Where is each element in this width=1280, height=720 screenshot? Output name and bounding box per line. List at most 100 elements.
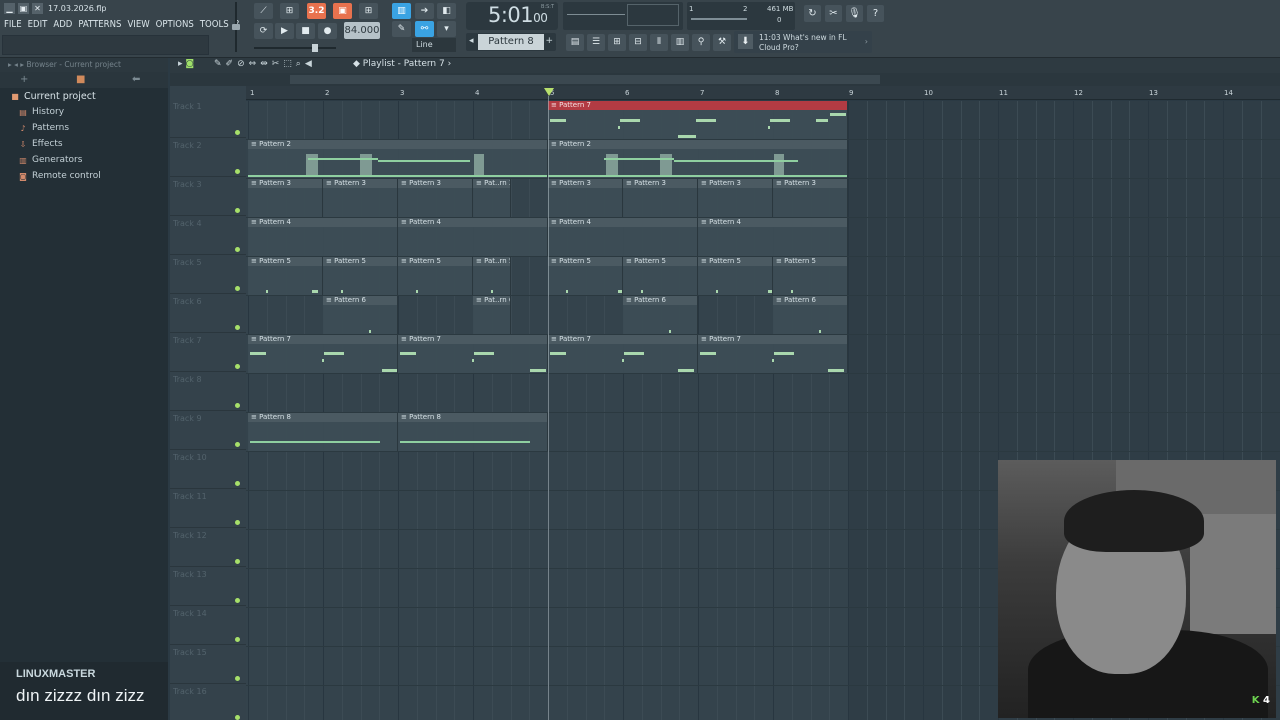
dropdown-icon[interactable]: ▾ [437, 21, 456, 37]
tools-icon[interactable]: ✂ [825, 5, 842, 22]
menu-add[interactable]: ADD [53, 19, 72, 30]
add-icon[interactable]: + [20, 74, 28, 85]
play-icon[interactable]: ▶ [275, 23, 294, 39]
pattern-clip[interactable]: Pat..rn 6 [473, 296, 511, 334]
pattern-clip[interactable]: Pattern 3 [548, 179, 623, 217]
pattern-clip[interactable]: Pattern 5 [773, 257, 848, 295]
pattern-clip[interactable]: Pat..rn 3 [473, 179, 511, 217]
master-volume-slider[interactable] [232, 2, 240, 52]
pattern-clip[interactable]: Pattern 7 [698, 335, 848, 373]
piano-roll-icon[interactable]: ☰ [587, 34, 605, 51]
menu-options[interactable]: OPTIONS [156, 19, 194, 30]
track-led[interactable] [235, 403, 240, 408]
add-pattern-icon[interactable]: + [545, 36, 553, 46]
track-header[interactable]: Track 9 [170, 412, 246, 450]
track-led[interactable] [235, 130, 240, 135]
pattern-name[interactable]: Pattern 8 [478, 34, 544, 50]
menu-tools[interactable]: TOOLS [200, 19, 229, 30]
browser-icon[interactable]: ▥ [671, 34, 689, 51]
pattern-clip[interactable]: Pattern 8 [398, 413, 548, 451]
browser-item-patterns[interactable]: ♪ Patterns [0, 120, 168, 136]
metronome-icon[interactable]: ⟋ [254, 3, 273, 19]
track-led[interactable] [235, 559, 240, 564]
countdown-icon[interactable]: 3.2 [307, 3, 326, 19]
pattern-clip[interactable]: Pat..rn 5 [473, 257, 511, 295]
browser-item-effects[interactable]: ⇩ Effects [0, 136, 168, 152]
track-header[interactable]: Track 4 [170, 217, 246, 255]
track-header[interactable]: Track 10 [170, 451, 246, 489]
pattern-clip[interactable]: Pattern 4 [398, 218, 548, 256]
track-header[interactable]: Track 16 [170, 685, 246, 720]
browser-current-project[interactable]: ■ Current project [0, 88, 168, 104]
pattern-clip[interactable]: Pattern 3 [248, 179, 323, 217]
horizontal-scrollbar[interactable] [290, 75, 880, 84]
zoom-icon[interactable]: ⌕ [296, 59, 301, 69]
menu-file[interactable]: FILE [4, 19, 22, 30]
pattern-selector[interactable]: ◂ Pattern 8 + [466, 33, 556, 51]
draw-tool-icon[interactable]: ✎ [392, 21, 411, 37]
pattern-clip[interactable]: Pattern 7 [248, 335, 398, 373]
pattern-clip[interactable]: Pattern 5 [398, 257, 473, 295]
pattern-clip[interactable]: Pattern 5 [248, 257, 323, 295]
close-icon[interactable]: ✕ [32, 3, 43, 14]
news-panel[interactable]: ⬇ 11:03 What's new in FL Cloud Pro? › [734, 31, 872, 53]
track-led[interactable] [235, 715, 240, 720]
pattern-clip[interactable]: Pattern 5 [323, 257, 398, 295]
track-led[interactable] [235, 637, 240, 642]
song-time-display[interactable]: 5:0100 B:S:T [466, 2, 558, 30]
pattern-clip[interactable]: Pattern 3 [623, 179, 698, 217]
track-led[interactable] [235, 247, 240, 252]
pattern-clip[interactable]: Pattern 3 [398, 179, 473, 217]
track-led[interactable] [235, 442, 240, 447]
stop-icon[interactable]: ■ [296, 23, 315, 39]
pin-icon[interactable]: ⬅ [132, 74, 140, 85]
track-header[interactable]: Track 7 [170, 334, 246, 372]
pattern-clip[interactable]: Pattern 7 [398, 335, 548, 373]
draw-icon[interactable]: ✎ [214, 59, 222, 69]
menu-view[interactable]: VIEW [127, 19, 149, 30]
track-header[interactable]: Track 15 [170, 646, 246, 684]
pattern-clip[interactable]: Pattern 2 [548, 140, 848, 178]
snap-selector[interactable]: Line [412, 38, 456, 52]
arrow-icon[interactable]: ➔ [415, 3, 434, 19]
track-led[interactable] [235, 676, 240, 681]
pattern-clip[interactable]: Pattern 4 [548, 218, 698, 256]
track-header[interactable]: Track 11 [170, 490, 246, 528]
master-pitch-slider[interactable] [254, 44, 336, 52]
pattern-clip[interactable]: Pattern 5 [698, 257, 773, 295]
pattern-clip[interactable]: Pattern 6 [623, 296, 698, 334]
audio-input-icon[interactable]: ◧ [437, 3, 456, 19]
browser-item-remote-control[interactable]: ◙ Remote control [0, 168, 168, 184]
track-led[interactable] [235, 520, 240, 525]
pattern-song-toggle[interactable]: ▥ [392, 3, 411, 19]
wrench-icon[interactable]: ⚒ [713, 34, 731, 51]
loop-icon[interactable]: ⟳ [254, 23, 273, 39]
track-header[interactable]: Track 1 [170, 100, 246, 138]
mute-icon[interactable]: ⇔ [249, 59, 257, 69]
slip-icon[interactable]: ⇹ [260, 59, 268, 69]
paint-icon[interactable]: ✐ [226, 59, 234, 69]
track-led[interactable] [235, 598, 240, 603]
step-edit-icon[interactable]: ▣ [333, 3, 352, 19]
playhead-marker[interactable] [544, 88, 554, 96]
track-header[interactable]: Track 12 [170, 529, 246, 567]
pattern-clip[interactable]: Pattern 5 [623, 257, 698, 295]
track-header[interactable]: Track 8 [170, 373, 246, 411]
delete-icon[interactable]: ⊘ [237, 59, 245, 69]
minimize-icon[interactable]: ▁ [4, 3, 15, 14]
pattern-clip[interactable]: Pattern 4 [248, 218, 398, 256]
slice-icon[interactable]: ✂ [272, 59, 280, 69]
track-led[interactable] [235, 325, 240, 330]
mixer-icon[interactable]: ⊟ [629, 34, 647, 51]
eq-icon[interactable]: ⫴ [650, 34, 668, 51]
track-led[interactable] [235, 286, 240, 291]
pattern-clip[interactable]: Pattern 5 [548, 257, 623, 295]
wait-record-icon[interactable]: ⊞ [280, 3, 299, 19]
track-header[interactable]: Track 6 [170, 295, 246, 333]
blend-notes-icon[interactable]: ⊞ [359, 3, 378, 19]
timeline-ruler[interactable]: 1 2 3 4 5 6 7 8 9 10 11 12 13 14 [246, 86, 1280, 100]
pattern-clip[interactable]: Pattern 3 [323, 179, 398, 217]
menu-patterns[interactable]: PATTERNS [78, 19, 121, 30]
pattern-clip[interactable]: Pattern 3 [773, 179, 848, 217]
record-icon[interactable]: ● [318, 23, 337, 39]
